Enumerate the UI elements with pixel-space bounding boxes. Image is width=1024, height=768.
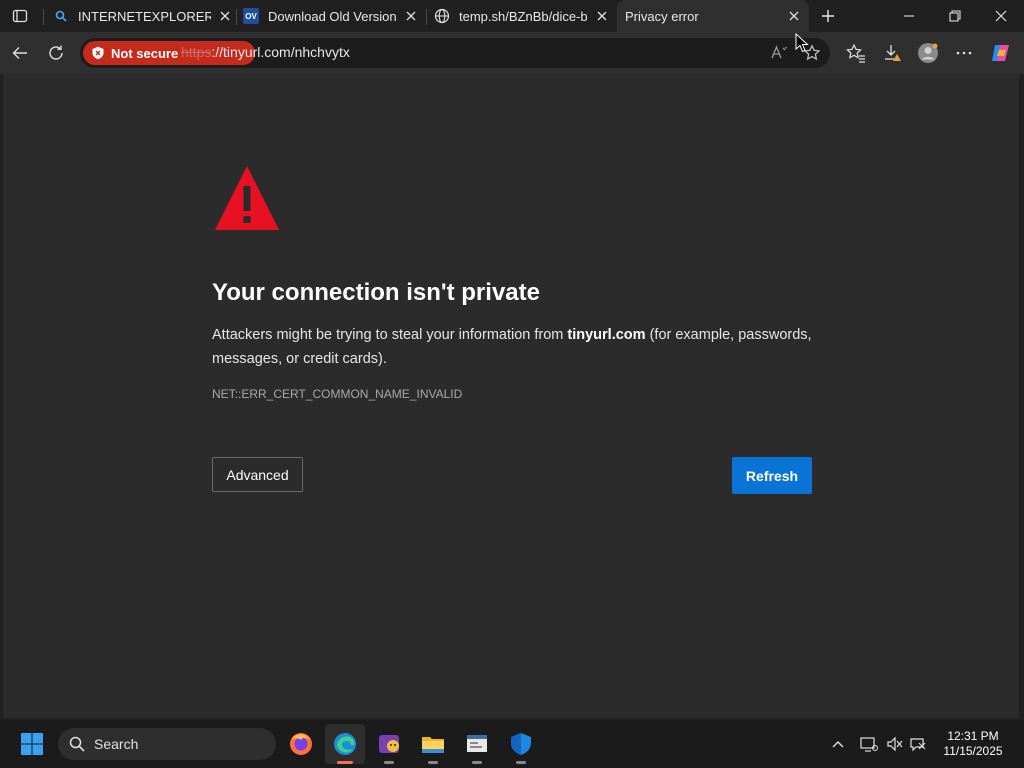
error-description: Attackers might be trying to steal your … bbox=[212, 323, 812, 371]
running-indicator bbox=[472, 761, 482, 764]
active-indicator bbox=[337, 761, 353, 764]
tab-title: temp.sh/BZnBb/dice-bra bbox=[459, 8, 588, 24]
read-aloud-button[interactable] bbox=[767, 41, 791, 65]
settings-more-button[interactable] bbox=[952, 41, 976, 65]
search-label: Search bbox=[94, 736, 139, 752]
tab-temp-sh[interactable]: temp.sh/BZnBb/dice-bra bbox=[434, 0, 610, 32]
tab-privacy-error[interactable]: Privacy error bbox=[617, 0, 809, 32]
firefox-taskbar-icon[interactable] bbox=[285, 728, 317, 760]
tab-title: Download Old Versions bbox=[268, 8, 397, 24]
warning-triangle-icon bbox=[213, 164, 281, 237]
tab-actions-button[interactable] bbox=[8, 4, 32, 28]
avatar-icon bbox=[918, 43, 938, 63]
refresh-page-button[interactable]: Refresh bbox=[732, 457, 812, 494]
windows-logo-icon bbox=[21, 733, 43, 755]
globe-icon bbox=[434, 8, 450, 24]
shield-warning-icon bbox=[90, 45, 106, 61]
volume-tray-icon[interactable] bbox=[883, 732, 907, 756]
ov-logo-icon: OV bbox=[243, 8, 259, 24]
plus-icon bbox=[822, 10, 834, 22]
favorites-button[interactable] bbox=[844, 41, 868, 65]
new-tab-button[interactable] bbox=[817, 5, 839, 27]
not-secure-label: Not secure bbox=[111, 45, 179, 61]
tab-download-old-versions[interactable]: OV Download Old Versions bbox=[243, 0, 419, 32]
mouse-cursor-icon bbox=[795, 32, 809, 58]
show-hidden-icons-button[interactable] bbox=[826, 732, 850, 756]
url-rest: ://tinyurl.com/nhchvytx bbox=[211, 44, 350, 60]
error-code[interactable]: NET::ERR_CERT_COMMON_NAME_INVALID bbox=[212, 387, 462, 401]
navigation-toolbar: Not secure https://tinyurl.com/nhchvytx bbox=[0, 32, 1024, 74]
clock-date: 11/15/2025 bbox=[943, 744, 1003, 758]
network-tray-icon[interactable] bbox=[857, 732, 881, 756]
description-text: Attackers might be trying to steal your … bbox=[212, 327, 568, 343]
more-dots-icon bbox=[956, 51, 972, 55]
close-tab-icon[interactable] bbox=[786, 8, 802, 24]
search-icon bbox=[53, 8, 69, 24]
tab-separator bbox=[236, 9, 237, 25]
close-tab-icon[interactable] bbox=[594, 8, 610, 24]
window-app-taskbar-icon[interactable] bbox=[461, 728, 493, 764]
minimize-icon bbox=[904, 15, 914, 17]
security-taskbar-icon[interactable] bbox=[505, 728, 537, 764]
restore-icon bbox=[949, 10, 961, 22]
restore-button[interactable] bbox=[943, 4, 967, 28]
close-window-button[interactable] bbox=[989, 4, 1013, 28]
download-icon bbox=[885, 45, 901, 61]
page-title: Your connection isn't private bbox=[212, 279, 540, 306]
close-icon bbox=[995, 10, 1007, 22]
app-taskbar-icon[interactable] bbox=[373, 728, 405, 764]
tab-title: INTERNETEXPLORER 6 D bbox=[78, 8, 211, 24]
page-content: Your connection isn't private Attackers … bbox=[3, 74, 1019, 718]
address-bar[interactable]: Not secure https://tinyurl.com/nhchvytx bbox=[80, 38, 830, 68]
start-button[interactable] bbox=[16, 728, 48, 760]
file-explorer-taskbar-icon[interactable] bbox=[417, 728, 449, 764]
advanced-button[interactable]: Advanced bbox=[212, 457, 303, 492]
running-indicator bbox=[516, 761, 526, 764]
tab-actions-icon bbox=[12, 9, 28, 23]
tab-separator bbox=[43, 9, 44, 25]
edge-taskbar-icon[interactable] bbox=[325, 724, 365, 764]
url-text[interactable]: https://tinyurl.com/nhchvytx bbox=[181, 44, 350, 60]
copilot-icon bbox=[992, 45, 1009, 61]
system-clock[interactable]: 12:31 PM 11/15/2025 bbox=[937, 729, 1009, 759]
close-tab-icon[interactable] bbox=[217, 8, 233, 24]
taskbar: Search 12:31 PM 11/15/2025 bbox=[0, 720, 1024, 768]
profile-button[interactable] bbox=[916, 41, 940, 65]
back-button[interactable] bbox=[8, 41, 32, 65]
url-scheme: https bbox=[181, 44, 212, 60]
tab-strip: INTERNETEXPLORER 6 D OV Download Old Ver… bbox=[0, 0, 1024, 32]
taskbar-search[interactable]: Search bbox=[58, 728, 276, 760]
tab-separator bbox=[426, 9, 427, 25]
running-indicator bbox=[384, 761, 394, 764]
read-aloud-icon bbox=[771, 45, 787, 59]
search-icon bbox=[68, 735, 86, 753]
refresh-button[interactable] bbox=[44, 41, 68, 65]
favorites-icon bbox=[846, 43, 865, 63]
running-indicator bbox=[428, 761, 438, 764]
downloads-button[interactable] bbox=[880, 41, 904, 65]
tab-internetexplorer[interactable]: INTERNETEXPLORER 6 D bbox=[53, 0, 233, 32]
copilot-button[interactable] bbox=[989, 41, 1013, 65]
reload-icon bbox=[49, 45, 63, 60]
close-tab-icon[interactable] bbox=[403, 8, 419, 24]
minimize-button[interactable] bbox=[897, 4, 921, 28]
back-arrow-icon bbox=[12, 47, 27, 59]
chevron-up-icon bbox=[832, 741, 844, 748]
clock-time: 12:31 PM bbox=[947, 729, 999, 743]
domain-name: tinyurl.com bbox=[567, 327, 646, 343]
tab-title: Privacy error bbox=[625, 8, 699, 24]
notification-tray-icon[interactable] bbox=[906, 732, 930, 756]
